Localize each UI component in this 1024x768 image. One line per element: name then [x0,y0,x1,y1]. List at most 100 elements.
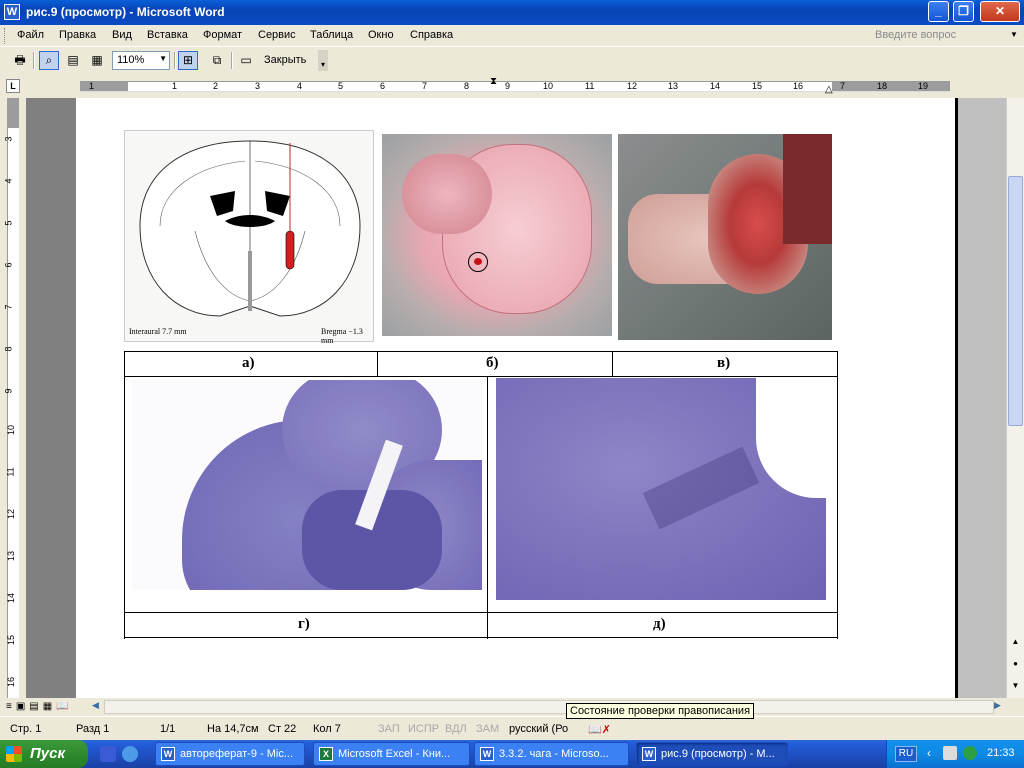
vertical-ruler[interactable]: 3 4 5 6 7 8 9 10 11 12 13 14 15 16 [0,98,26,698]
start-button[interactable]: Пуск [0,740,88,768]
ruler-number: 7 [422,81,428,91]
tray-expand-icon[interactable]: ‹ [927,746,931,760]
minimize-button[interactable]: _ [928,1,949,22]
brain-atlas-figure: Interaural 7.7 mm Bregma −1.3 mm [124,130,374,345]
vertical-scroll-thumb[interactable] [1008,176,1023,426]
word-app-icon[interactable]: W [4,4,20,20]
ruler-left-margin [80,82,128,91]
ruler-number: 4 [297,81,303,91]
spelling-status-icon[interactable]: 📖✗ [588,723,611,736]
menu-table[interactable]: Таблица [310,29,353,41]
label-cell: д) [487,612,838,638]
toolbar-options-icon[interactable]: ▾ [318,50,328,71]
quicklaunch-save-icon[interactable] [100,746,116,762]
histology-low-mag [132,380,482,590]
menu-bar: Файл Правка Вид Вставка Формат Сервис Та… [0,25,1024,47]
zoom-value: 110% [117,54,145,66]
document-area[interactable]: Interaural 7.7 mm Bregma −1.3 mm а) б) в… [26,98,1006,698]
language-indicator[interactable]: RU [895,746,917,762]
histology-cell-cluster [642,446,760,530]
label-cell: б) [377,351,613,377]
ask-question-box[interactable]: Введите вопрос [875,29,956,41]
view-buttons[interactable]: ≡▣▤▦📖 [6,701,73,712]
toolbar-separator [231,52,233,69]
quicklaunch-browser-icon[interactable] [122,746,138,762]
scroll-up-icon[interactable]: ▲ [1008,634,1023,649]
view-ruler-icon[interactable]: ⊞ [178,51,198,70]
panel-label-a: а) [242,355,255,371]
status-language[interactable]: русский (Ро [509,723,568,735]
scroll-right-icon[interactable]: ▶ [994,700,1001,711]
menu-view[interactable]: Вид [112,29,132,41]
ruler-number: 7 [3,304,14,310]
vertical-scrollbar[interactable]: ▲ ● ▼ [1006,98,1024,698]
status-column: Кол 7 [313,723,341,735]
ruler-number: 13 [6,550,17,562]
shrink-to-fit-icon[interactable]: ⧉ [207,51,227,70]
multiple-pages-icon[interactable]: ▦ [87,51,107,70]
full-screen-icon[interactable]: ▭ [236,51,256,70]
menu-format[interactable]: Формат [203,29,242,41]
word-icon: W [480,747,494,761]
task-button[interactable]: Wавтореферат-9 - Mic... [155,742,305,766]
ruler-number: 13 [668,81,679,91]
menu-window[interactable]: Окно [368,29,394,41]
close-button[interactable]: ✕ [980,1,1020,22]
horizontal-ruler[interactable]: L 1 1 2 3 4 5 6 7 8 9 10 11 12 13 14 15 … [0,74,1024,98]
scroll-down-icon[interactable]: ▼ [1008,678,1023,693]
ruler-number: 3 [3,136,14,142]
select-browse-object-icon[interactable]: ● [1008,656,1023,671]
ruler-number: 16 [793,81,804,91]
ask-dropdown-icon[interactable]: ▼ [1010,30,1018,39]
brain-photo [382,134,612,336]
page-edge [955,98,1006,698]
word-icon: W [642,747,656,761]
menu-tools[interactable]: Сервис [258,29,296,41]
print-icon[interactable]: 🖶 [10,51,30,70]
menu-edit[interactable]: Правка [59,29,96,41]
menu-grip[interactable] [4,28,7,44]
ruler-number: 5 [3,220,14,226]
table-border [487,377,488,639]
close-preview-button[interactable]: Закрыть [264,54,306,66]
ruler-number: 1 [89,81,95,91]
status-record[interactable]: ЗАП [378,723,400,735]
ruler-number: 14 [6,592,17,604]
tray-app-icon[interactable] [963,746,977,760]
histology-high-mag [496,378,826,600]
ruler-number: 9 [505,81,511,91]
status-overtype[interactable]: ЗАМ [476,723,499,735]
scroll-left-icon[interactable]: ◀ [92,700,99,711]
right-indent-marker-icon[interactable]: △ [825,84,833,95]
vertical-ruler-strip [7,98,19,698]
tab-selector[interactable]: L [6,79,20,93]
ruler-number: 5 [338,81,344,91]
status-extend[interactable]: ВДЛ [445,723,467,735]
atlas-interaural-text: Interaural 7.7 mm [129,327,187,336]
histology-blank-area [756,378,826,498]
status-track-changes[interactable]: ИСПР [408,723,439,735]
task-button[interactable]: X Microsoft Excel - Кни... [313,742,470,766]
zoom-select[interactable]: 110% ▼ [112,51,170,70]
page[interactable]: Interaural 7.7 mm Bregma −1.3 mm а) б) в… [76,98,956,698]
table-border [837,377,838,639]
indent-marker-icon[interactable]: ⧗ [490,76,497,87]
menu-insert[interactable]: Вставка [147,29,188,41]
panel-label-b: б) [486,355,499,371]
task-button[interactable]: W 3.3.2. чага - Microso... [474,742,629,766]
toolbar-separator [33,52,35,69]
one-page-icon[interactable]: ▤ [63,51,83,70]
taskbar: Пуск Wавтореферат-9 - Mic... X Microsoft … [0,740,1024,768]
panel-label-e: д) [653,616,666,632]
horizontal-scrollbar[interactable]: ≡▣▤▦📖 ◀ ▶ [0,698,1024,716]
magnifier-icon[interactable]: ⌕ [39,51,59,70]
menu-help[interactable]: Справка [410,29,453,41]
lesion-circle [468,252,488,272]
ruler-number: 12 [627,81,638,91]
horizontal-scroll-track[interactable] [104,700,994,714]
menu-file[interactable]: Файл [17,29,44,41]
network-icon[interactable] [943,746,957,760]
system-tray: RU ‹ 21:33 [886,740,1024,768]
task-button-active[interactable]: Wрис.9 (просмотр) - M... [636,742,788,766]
maximize-button[interactable]: ❐ [953,1,974,22]
